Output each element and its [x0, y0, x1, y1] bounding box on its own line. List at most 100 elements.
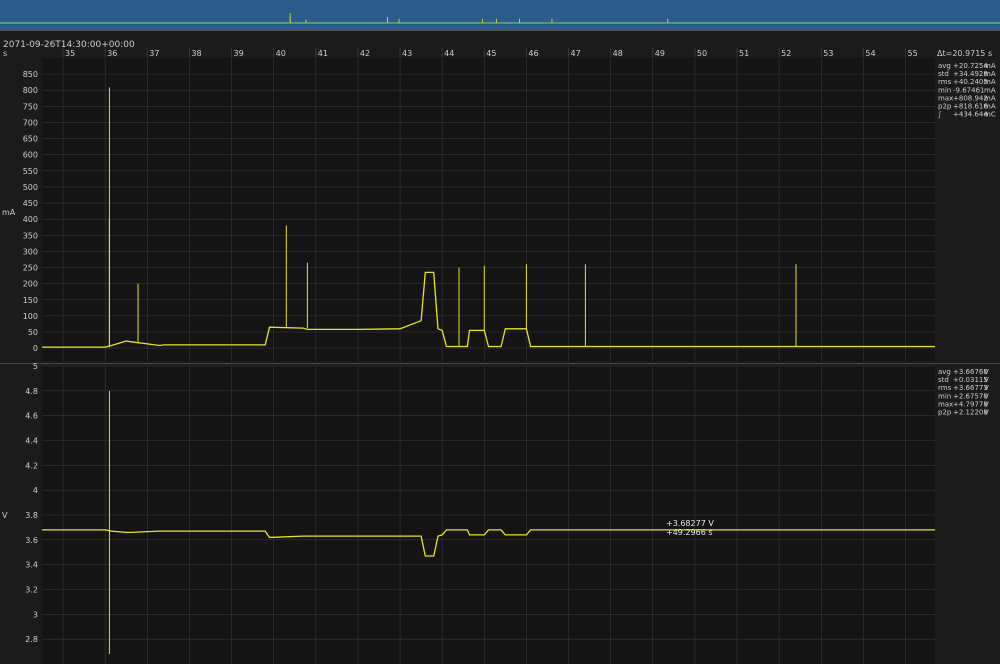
- y-tick-label: 100: [23, 312, 38, 321]
- y-tick-label: 300: [23, 247, 38, 256]
- stat-value: +808.942: [953, 94, 988, 102]
- y-tick-label: 4.8: [25, 387, 38, 396]
- stat-unit: mA: [984, 103, 996, 111]
- x-tick-label: 47: [571, 49, 581, 58]
- x-tick-label: 38: [191, 49, 201, 58]
- voltage-statistics-panel: avg +3.66760Vstd +0.03115Vrms +3.66773Vmin +…: [938, 368, 989, 417]
- voltage-axis-label: V: [2, 511, 8, 520]
- y-tick-label: 4.6: [25, 412, 38, 421]
- stat-value: +3.66773: [953, 384, 988, 392]
- x-tick-label: 50: [697, 49, 707, 58]
- stat-unit: mA: [984, 62, 996, 70]
- stat-value: +2.67570: [953, 392, 988, 400]
- cursor-time-label: +49.2966 s: [666, 528, 713, 537]
- stat-unit: mA: [984, 70, 996, 78]
- cursor-value-label: +3.68277 V: [666, 519, 714, 528]
- stat-value: +0.03115: [953, 376, 988, 384]
- delta-time-label: Δt=20.9715 s: [937, 49, 992, 58]
- x-tick-label: 51: [739, 49, 749, 58]
- x-tick-label: 35: [65, 49, 75, 58]
- x-tick-label: 52: [781, 49, 791, 58]
- y-tick-label: 700: [23, 118, 38, 127]
- stat-label: ∫: [938, 111, 942, 119]
- joulescope-waveform-view: 2071-09-26T14:30:00+00:00 s Δt=20.9715 s…: [0, 0, 1000, 664]
- y-tick-label: 4.2: [25, 461, 38, 470]
- x-tick-label: 48: [613, 49, 623, 58]
- x-tick-label: 44: [444, 49, 454, 58]
- y-tick-label: 450: [23, 199, 38, 208]
- x-tick-label: 39: [234, 49, 244, 58]
- stat-label: max: [938, 94, 953, 102]
- stat-value: +40.2405: [953, 78, 988, 86]
- stat-unit: V: [984, 392, 989, 400]
- y-tick-label: 50: [28, 328, 38, 337]
- stat-label: p2p: [938, 409, 952, 417]
- stat-label: rms: [938, 78, 952, 86]
- stat-value: -9.67461: [953, 86, 984, 94]
- stat-label: std: [938, 376, 949, 384]
- stat-value: +4.79778: [953, 400, 988, 408]
- stat-label: p2p: [938, 103, 952, 111]
- x-tick-label: 54: [865, 49, 875, 58]
- y-tick-label: 600: [23, 151, 38, 160]
- x-tick-label: 36: [107, 49, 117, 58]
- y-tick-label: 350: [23, 231, 38, 240]
- stat-unit: mC: [984, 111, 996, 119]
- y-tick-label: 3.4: [25, 561, 38, 570]
- current-statistics-panel: avg +20.7254mAstd +34.4928mArms +40.2405mAm…: [938, 62, 996, 119]
- stat-value: +2.12208: [953, 409, 988, 417]
- y-tick-label: 800: [23, 86, 38, 95]
- waveform-svg[interactable]: 2071-09-26T14:30:00+00:00 s Δt=20.9715 s…: [0, 0, 1000, 664]
- y-tick-label: 5: [33, 362, 38, 371]
- x-tick-label: 41: [318, 49, 328, 58]
- stat-value: +3.66760: [953, 368, 988, 376]
- stat-unit: V: [984, 409, 989, 417]
- y-tick-label: 150: [23, 296, 38, 305]
- y-tick-label: 0: [33, 344, 38, 353]
- y-tick-label: 400: [23, 215, 38, 224]
- y-tick-label: 4.4: [25, 437, 38, 446]
- stat-unit: V: [984, 400, 989, 408]
- stat-label: min: [938, 86, 951, 94]
- stat-value: +34.4928: [953, 70, 988, 78]
- x-tick-label: 37: [149, 49, 159, 58]
- y-tick-label: 850: [23, 70, 38, 79]
- stat-unit: V: [984, 376, 989, 384]
- x-tick-label: 42: [360, 49, 370, 58]
- y-tick-label: 750: [23, 102, 38, 111]
- current-axis-label: mA: [2, 208, 16, 217]
- y-tick-label: 2.8: [25, 635, 38, 644]
- x-tick-label: 46: [528, 49, 538, 58]
- x-tick-label: 43: [402, 49, 412, 58]
- y-tick-label: 4: [33, 486, 38, 495]
- x-tick-label: 49: [655, 49, 665, 58]
- y-tick-label: 3.6: [25, 536, 38, 545]
- y-tick-label: 200: [23, 280, 38, 289]
- y-tick-label: 500: [23, 183, 38, 192]
- x-axis-unit: s: [3, 49, 7, 58]
- y-tick-label: 550: [23, 167, 38, 176]
- x-tick-label: 40: [276, 49, 286, 58]
- overview-strip[interactable]: [0, 0, 1000, 30]
- y-tick-label: 650: [23, 135, 38, 144]
- stat-unit: mA: [984, 78, 996, 86]
- x-tick-label: 53: [823, 49, 833, 58]
- stat-label: avg: [938, 62, 951, 70]
- stat-label: max: [938, 400, 953, 408]
- stat-label: rms: [938, 384, 952, 392]
- current-plot-area[interactable]: [42, 58, 935, 361]
- stat-unit: mA: [984, 86, 996, 94]
- x-tick-label: 55: [908, 49, 918, 58]
- y-tick-label: 250: [23, 264, 38, 273]
- stat-unit: V: [984, 368, 989, 376]
- y-tick-label: 3.8: [25, 511, 38, 520]
- stat-unit: V: [984, 384, 989, 392]
- x-axis[interactable]: 35 36 37 38 39 40 41 42 43 44 45 46 47 48 49 50 51 52 53 54…: [62, 48, 918, 58]
- stat-label: min: [938, 392, 951, 400]
- y-tick-label: 3: [33, 610, 38, 619]
- stat-label: avg: [938, 368, 951, 376]
- y-tick-label: 3.2: [25, 586, 38, 595]
- stat-unit: mA: [984, 94, 996, 102]
- stat-label: std: [938, 70, 949, 78]
- x-tick-label: 45: [486, 49, 496, 58]
